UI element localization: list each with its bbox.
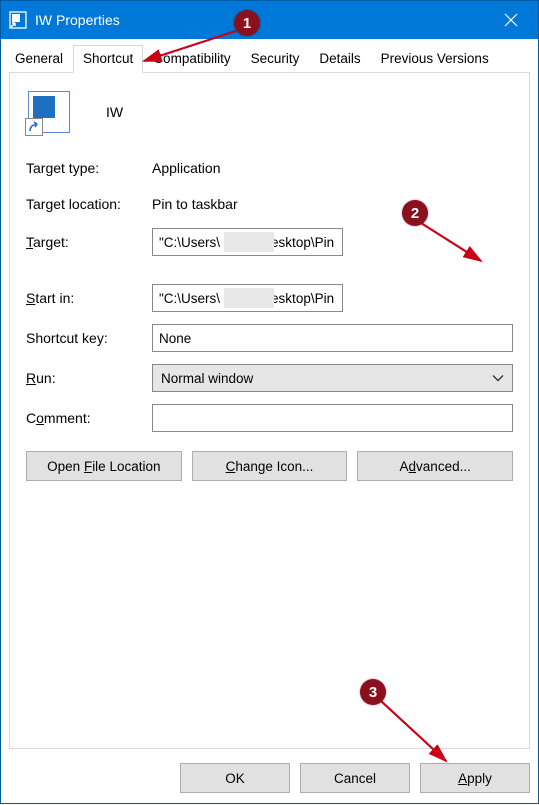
titlebar-icon [9, 11, 27, 29]
target-label: Target: [26, 234, 152, 250]
shortcut-file-icon [28, 91, 70, 133]
tab-previous-versions[interactable]: Previous Versions [371, 45, 499, 72]
redacted-area [224, 232, 274, 252]
close-button[interactable] [488, 1, 534, 39]
change-icon-button[interactable]: Change Icon... [192, 451, 348, 481]
annotation-badge-2: 2 [402, 200, 428, 226]
redacted-area [224, 288, 274, 308]
comment-input[interactable] [152, 404, 513, 432]
apply-button[interactable]: Apply [420, 763, 530, 793]
advanced-button[interactable]: Advanced... [357, 451, 513, 481]
shortcut-overlay-arrow-icon [25, 118, 43, 136]
ok-button[interactable]: OK [180, 763, 290, 793]
run-label: Run: [26, 370, 152, 386]
start-in-label: Start in: [26, 290, 152, 306]
target-location-value: Pin to taskbar [152, 196, 238, 212]
run-select-value: Normal window [161, 371, 253, 386]
shortcut-name: IW [106, 104, 123, 120]
target-type-label: Target type: [26, 160, 152, 176]
tab-security[interactable]: Security [241, 45, 310, 72]
comment-label: Comment: [26, 410, 152, 426]
tabstrip: General Shortcut Compatibility Security … [1, 39, 538, 72]
tab-compatibility[interactable]: Compatibility [143, 45, 240, 72]
annotation-badge-1: 1 [234, 10, 260, 36]
shortcut-key-input[interactable] [152, 324, 513, 352]
properties-window: IW Properties General Shortcut Compatibi… [0, 0, 539, 804]
shortcut-key-label: Shortcut key: [26, 330, 152, 346]
titlebar: IW Properties [1, 1, 538, 39]
open-file-location-button[interactable]: Open File Location [26, 451, 182, 481]
tab-details[interactable]: Details [309, 45, 370, 72]
target-location-label: Target location: [26, 196, 152, 212]
tab-shortcut[interactable]: Shortcut [73, 45, 143, 73]
run-select[interactable]: Normal window [152, 364, 513, 392]
target-type-value: Application [152, 160, 221, 176]
annotation-badge-3: 3 [360, 679, 386, 705]
shortcut-tab-panel: IW Target type: Application Target locat… [9, 72, 530, 749]
tab-general[interactable]: General [5, 45, 73, 72]
chevron-down-icon [492, 371, 504, 386]
window-title: IW Properties [35, 12, 488, 28]
cancel-button[interactable]: Cancel [300, 763, 410, 793]
dialog-buttons: OK Cancel Apply [1, 757, 538, 803]
